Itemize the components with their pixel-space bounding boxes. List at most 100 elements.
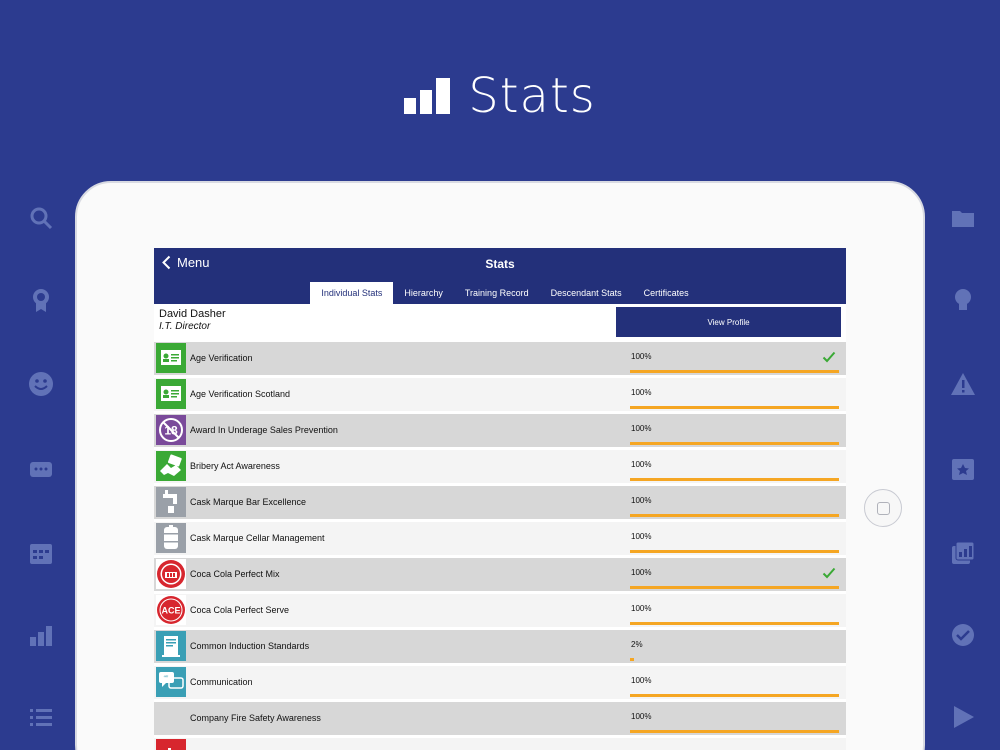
course-row[interactable] — [154, 738, 846, 750]
course-percent: 100% — [631, 712, 652, 721]
red-chart-icon — [156, 739, 186, 750]
progress-fill — [630, 730, 839, 733]
course-name: Company Fire Safety Awareness — [190, 713, 321, 723]
course-name: Award In Underage Sales Prevention — [190, 425, 338, 435]
folder-icon — [950, 205, 976, 231]
course-name: Bribery Act Awareness — [190, 461, 280, 471]
hero-header: Stats — [0, 66, 1000, 126]
star-badge-icon — [950, 456, 976, 482]
bar-chart-icon — [28, 622, 54, 648]
progress-bar — [630, 514, 839, 517]
progress-fill — [630, 622, 839, 625]
tab-descendant-stats[interactable]: Descendant Stats — [540, 282, 633, 304]
tab-hierarchy[interactable]: Hierarchy — [393, 282, 454, 304]
tab-bar: Individual Stats Hierarchy Training Reco… — [154, 279, 846, 304]
progress-fill — [630, 370, 839, 373]
screen-title: Stats — [485, 256, 515, 271]
stats-card-icon — [950, 540, 976, 566]
smiley-icon — [28, 371, 54, 397]
coca-cola-badge-icon — [156, 559, 186, 589]
lightbulb-icon — [950, 287, 976, 313]
course-percent: 100% — [631, 424, 652, 433]
progress-fill — [630, 694, 839, 697]
handshake-money-icon — [156, 451, 186, 481]
view-profile-button[interactable]: View Profile — [616, 307, 841, 337]
course-percent: 100% — [631, 460, 652, 469]
course-name: Age Verification Scotland — [190, 389, 291, 399]
svg-text:“”: “” — [164, 676, 169, 683]
progress-bar — [630, 730, 839, 733]
user-name: David Dasher — [159, 308, 226, 320]
course-name: Coca Cola Perfect Mix — [190, 569, 280, 579]
id-card-icon — [156, 379, 186, 409]
course-name: Cask Marque Cellar Management — [190, 533, 325, 543]
progress-fill — [630, 658, 635, 661]
checkmark-icon — [822, 566, 836, 580]
tab-certificates[interactable]: Certificates — [633, 282, 700, 304]
progress-bar — [630, 586, 839, 589]
keg-icon — [156, 523, 186, 553]
stats-bars-icon — [404, 78, 451, 114]
hero-title: Stats — [468, 68, 596, 124]
course-row[interactable]: Cask Marque Cellar Management 100% — [154, 522, 846, 555]
course-percent: 100% — [631, 568, 652, 577]
user-role: I.T. Director — [159, 321, 211, 332]
warning-icon — [950, 371, 976, 397]
course-row[interactable]: Company Fire Safety Awareness 100% — [154, 702, 846, 735]
course-percent: 100% — [631, 352, 652, 361]
speech-bubbles-icon: “” — [156, 667, 186, 697]
book-icon — [156, 631, 186, 661]
list-icon — [28, 704, 54, 730]
course-row[interactable]: Age Verification Scotland 100% — [154, 378, 846, 411]
tab-individual-stats[interactable]: Individual Stats — [310, 282, 394, 304]
svg-text:ACE: ACE — [161, 606, 180, 616]
course-row[interactable]: “” Communication 100% — [154, 666, 846, 699]
checkmark-icon — [822, 350, 836, 364]
course-row[interactable]: Coca Cola Perfect Mix 100% — [154, 558, 846, 591]
course-row[interactable]: Bribery Act Awareness 100% — [154, 450, 846, 483]
course-name: Age Verification — [190, 353, 253, 363]
empty-icon-slot — [156, 703, 186, 733]
play-icon — [950, 704, 976, 730]
tab-training-record[interactable]: Training Record — [454, 282, 540, 304]
course-percent: 100% — [631, 388, 652, 397]
progress-bar — [630, 370, 839, 373]
nav-bar: Menu Stats — [154, 248, 846, 279]
course-row[interactable]: Cask Marque Bar Excellence 100% — [154, 486, 846, 519]
progress-bar — [630, 550, 839, 553]
course-name: Coca Cola Perfect Serve — [190, 605, 290, 615]
search-icon — [28, 205, 54, 231]
progress-fill — [630, 550, 839, 553]
progress-fill — [630, 586, 839, 589]
user-info: David Dasher I.T. Director — [159, 308, 226, 332]
award-icon — [28, 287, 54, 313]
home-button[interactable] — [864, 489, 902, 527]
course-row[interactable]: Age Verification 100% — [154, 342, 846, 375]
menu-back-label: Menu — [177, 255, 210, 270]
course-row[interactable]: 18 Award In Underage Sales Prevention 100% — [154, 414, 846, 447]
progress-bar — [630, 622, 839, 625]
chevron-left-icon — [162, 255, 171, 270]
progress-bar — [630, 694, 839, 697]
app-screen: Menu Stats Individual Stats Hierarchy Tr… — [154, 248, 846, 750]
progress-fill — [630, 442, 839, 445]
ace-badge-icon: ACE — [156, 595, 186, 625]
course-percent: 100% — [631, 496, 652, 505]
progress-fill — [630, 478, 839, 481]
check-circle-icon — [950, 622, 976, 648]
course-name: Cask Marque Bar Excellence — [190, 497, 307, 507]
chat-icon — [28, 456, 54, 482]
progress-fill — [630, 514, 839, 517]
menu-back-button[interactable]: Menu — [162, 255, 210, 270]
course-row[interactable]: Common Induction Standards 2% — [154, 630, 846, 663]
user-header: David Dasher I.T. Director View Profile — [154, 304, 846, 342]
progress-bar — [630, 478, 839, 481]
calendar-icon — [28, 540, 54, 566]
course-row[interactable]: ACE Coca Cola Perfect Serve 100% — [154, 594, 846, 627]
progress-bar — [630, 406, 839, 409]
course-percent: 2% — [631, 640, 643, 649]
under-18-icon: 18 — [156, 415, 186, 445]
id-card-icon — [156, 343, 186, 373]
course-name: Communication — [190, 677, 253, 687]
progress-bar — [630, 658, 839, 661]
